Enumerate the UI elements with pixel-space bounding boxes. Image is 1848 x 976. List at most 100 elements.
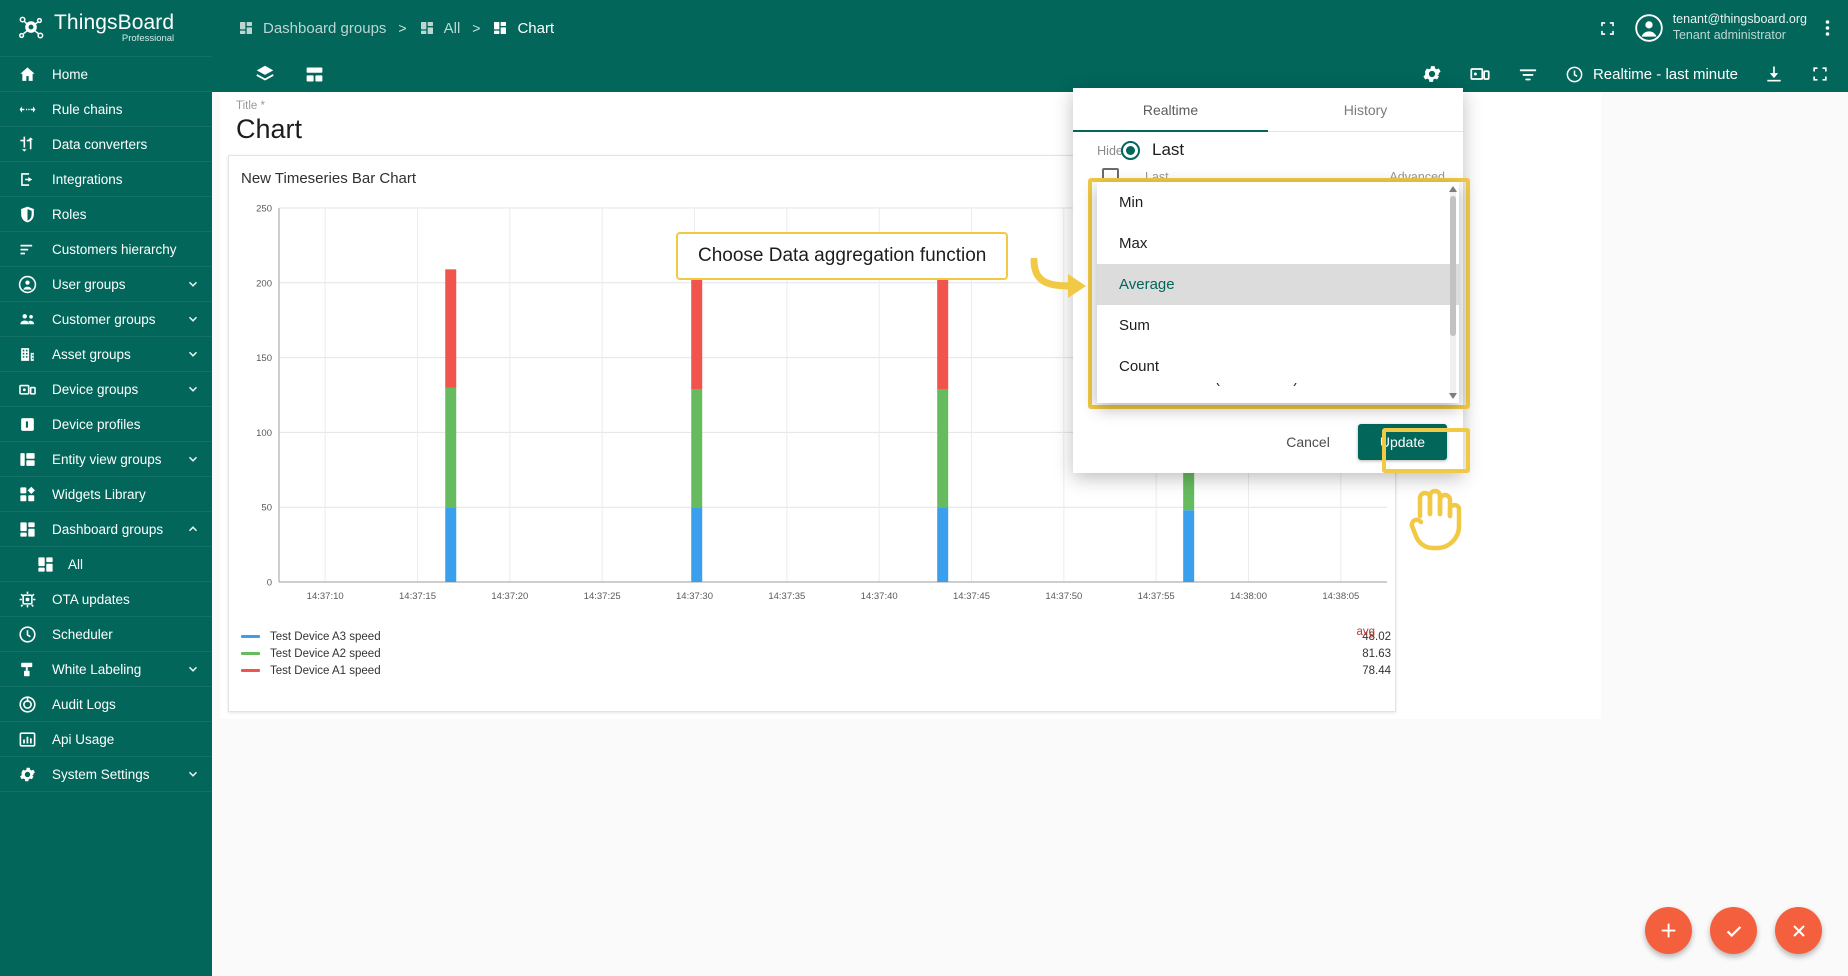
fullscreen-icon[interactable] — [1598, 19, 1617, 38]
chevron-up-icon[interactable] — [186, 522, 200, 536]
user-icon — [18, 275, 36, 293]
timewindow-label: Realtime - last minute — [1592, 65, 1738, 83]
shield-icon — [16, 204, 38, 224]
sidebar-item-entity-view-groups[interactable]: Entity view groups — [0, 442, 212, 477]
ota-icon — [16, 589, 38, 609]
aggregation-option-average[interactable]: Average — [1097, 264, 1459, 305]
ota-icon — [19, 591, 35, 607]
sidebar-item-label: Dashboard groups — [52, 521, 164, 537]
tab-realtime[interactable]: Realtime — [1073, 88, 1268, 131]
brush-icon — [20, 662, 32, 676]
legend-header: avg — [1356, 626, 1375, 638]
sidebar-item-all[interactable]: All — [0, 547, 212, 582]
timewindow-button[interactable]: Realtime - last minute — [1565, 65, 1738, 84]
last-radio[interactable] — [1121, 140, 1140, 160]
sidebar-item-label: All — [68, 556, 84, 572]
sidebar-item-label: Rule chains — [52, 101, 123, 117]
chevron-down-icon[interactable] — [186, 312, 200, 326]
rule-chains-icon — [16, 99, 38, 119]
sidebar-item-api-usage[interactable]: Api Usage — [0, 722, 212, 757]
svg-text:14:37:20: 14:37:20 — [491, 591, 528, 602]
more-vert-icon[interactable] — [1825, 18, 1830, 38]
breadcrumb-item-all[interactable]: All — [419, 20, 460, 37]
sidebar-item-label: Asset groups — [52, 346, 131, 362]
sidebar-item-scheduler[interactable]: Scheduler — [0, 617, 212, 652]
dashboard-icon — [19, 521, 35, 537]
filter-icon[interactable] — [1517, 63, 1539, 85]
sidebar-item-label: Audit Logs — [52, 696, 116, 712]
svg-text:14:37:35: 14:37:35 — [768, 591, 805, 602]
sidebar-item-user-groups[interactable]: User groups — [0, 267, 212, 302]
dashboard-toolbar: Realtime - last minute — [212, 56, 1848, 92]
breadcrumb-item-dashboard-groups[interactable]: Dashboard groups — [238, 20, 386, 37]
scroll-up-arrow-icon[interactable] — [1448, 184, 1458, 194]
aggregation-option-count[interactable]: Count — [1097, 346, 1459, 387]
sidebar-item-device-groups[interactable]: Device groups — [0, 372, 212, 407]
fab-group — [1645, 907, 1822, 954]
cancel-button[interactable]: Cancel — [1272, 425, 1344, 459]
aggregation-option-sum[interactable]: Sum — [1097, 305, 1459, 346]
integrations-icon — [16, 169, 38, 189]
sidebar-item-ota-updates[interactable]: OTA updates — [0, 582, 212, 617]
sidebar-item-system-settings[interactable]: System Settings — [0, 757, 212, 792]
sidebar-item-rule-chains[interactable]: Rule chains — [0, 92, 212, 127]
sidebar-item-roles[interactable]: Roles — [0, 197, 212, 232]
close-icon — [1792, 924, 1805, 937]
svg-text:150: 150 — [256, 353, 272, 364]
sidebar-item-asset-groups[interactable]: Asset groups — [0, 337, 212, 372]
device-icon — [16, 379, 38, 399]
svg-text:14:37:30: 14:37:30 — [676, 591, 713, 602]
close-fab[interactable] — [1775, 907, 1822, 954]
legend-series-name: Test Device A3 speed — [270, 630, 381, 643]
update-button[interactable]: Update — [1357, 424, 1447, 460]
sidebar-item-customers-hierarchy[interactable]: Customers hierarchy — [0, 232, 212, 267]
tab-history[interactable]: History — [1268, 88, 1463, 131]
chevron-down-icon[interactable] — [186, 452, 200, 466]
aggregation-option-min[interactable]: Min — [1097, 182, 1459, 223]
sidebar-item-label: Data converters — [52, 136, 148, 152]
chevron-down-icon[interactable] — [186, 277, 200, 291]
pointing-hand-icon — [1409, 488, 1462, 551]
svg-text:14:38:00: 14:38:00 — [1230, 591, 1267, 602]
breadcrumb-item-chart[interactable]: Chart — [492, 20, 554, 37]
last-radio-row[interactable]: Last — [1121, 140, 1184, 160]
gear-icon[interactable] — [1421, 63, 1443, 85]
thingsboard-logo-icon — [19, 16, 44, 39]
user-menu[interactable]: tenant@thingsboard.org Tenant administra… — [1634, 12, 1807, 43]
legend-item[interactable]: Test Device A1 speed 78.44 — [241, 662, 1391, 679]
sidebar-item-audit-logs[interactable]: Audit Logs — [0, 687, 212, 722]
chevron-down-icon[interactable] — [186, 382, 200, 396]
legend-item[interactable]: Test Device A2 speed 81.63 — [241, 645, 1391, 662]
sidebar-item-white-labeling[interactable]: White Labeling — [0, 652, 212, 687]
apply-fab[interactable] — [1710, 907, 1757, 954]
expand-icon[interactable] — [1810, 64, 1830, 84]
aggregation-option-max[interactable]: Max — [1097, 223, 1459, 264]
chevron-down-icon[interactable] — [186, 662, 200, 676]
layout-icon[interactable] — [304, 64, 325, 85]
devices-icon[interactable] — [1469, 63, 1491, 85]
legend-item[interactable]: Test Device A3 speed 48.02 — [241, 628, 1391, 645]
dropdown-scrollbar-thumb[interactable] — [1450, 196, 1456, 336]
api-usage-icon — [16, 729, 38, 749]
sidebar-item-label: Scheduler — [52, 626, 113, 642]
sidebar-item-data-converters[interactable]: Data converters — [0, 127, 212, 162]
sidebar-item-integrations[interactable]: Integrations — [0, 162, 212, 197]
sidebar-item-widgets-library[interactable]: Widgets Library — [0, 477, 212, 512]
chevron-down-icon[interactable] — [186, 767, 200, 781]
sidebar-item-customer-groups[interactable]: Customer groups — [0, 302, 212, 337]
layers-icon[interactable] — [254, 63, 276, 85]
aggregation-partial-text: Browser Time (UTC-05:00) — [1119, 383, 1298, 387]
sidebar-item-dashboard-groups[interactable]: Dashboard groups — [0, 512, 212, 547]
widgets-icon — [16, 484, 38, 504]
sidebar-item-device-profiles[interactable]: Device profiles — [0, 407, 212, 442]
scroll-down-arrow-icon[interactable] — [1448, 391, 1458, 401]
chevron-down-icon[interactable] — [186, 347, 200, 361]
api-usage-icon — [19, 731, 35, 747]
brand-logo-block[interactable]: ThingsBoard Professional — [0, 0, 212, 56]
home-icon — [16, 64, 38, 84]
breadcrumb-separator: > — [472, 20, 481, 36]
download-icon[interactable] — [1764, 64, 1784, 84]
add-fab[interactable] — [1645, 907, 1692, 954]
data-converters-icon — [16, 134, 38, 154]
sidebar-item-home[interactable]: Home — [0, 57, 212, 92]
